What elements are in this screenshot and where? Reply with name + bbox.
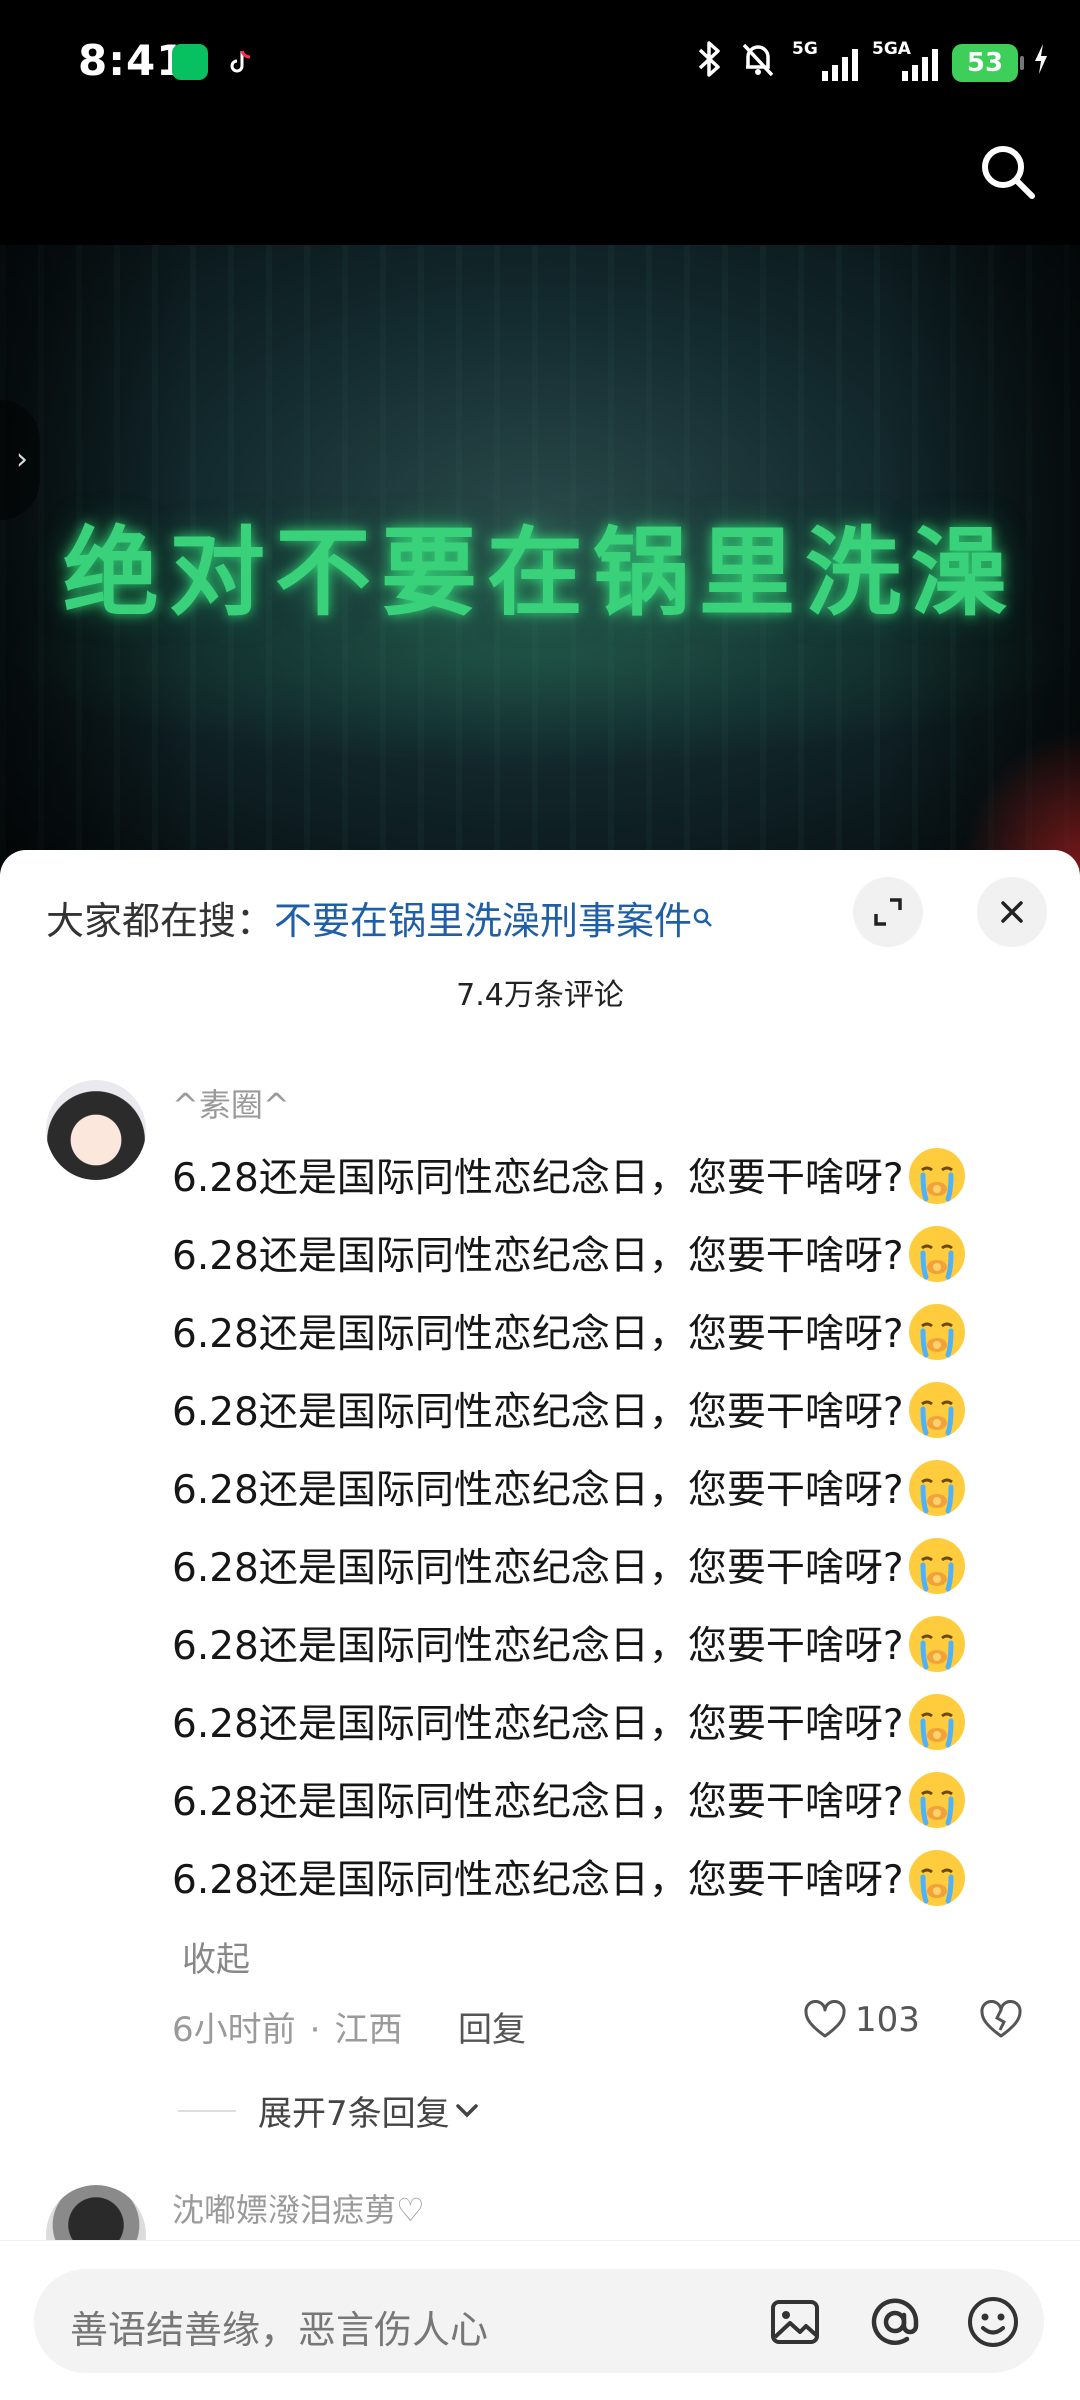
comment-meta: 6小时前 · 江西 (172, 2002, 402, 2051)
reply-button[interactable]: 回复 (458, 2002, 526, 2051)
crying-emoji-icon (906, 1847, 968, 1909)
emoji-icon[interactable] (964, 2293, 1022, 2351)
comment-text: 6.28还是国际同性恋纪念日，您要干啥呀? 6.28还是国际同性恋纪念日，您要干啥… (172, 1140, 1002, 1999)
heart-icon (804, 2000, 846, 2038)
like-button[interactable]: 103 (803, 2000, 920, 2040)
comment-text-segment: 6.28还是国际同性恋纪念日，您要干啥呀? (172, 1546, 904, 1591)
signal-5ga: 5GA (872, 39, 938, 85)
crying-emoji-icon (906, 1145, 968, 1207)
chevron-down-icon (455, 2103, 478, 2117)
charging-icon (1032, 42, 1050, 85)
tiktok-icon (222, 44, 258, 80)
avatar[interactable] (46, 1080, 146, 1180)
expand-replies-label: 展开7条回复 (258, 2094, 450, 2134)
image-icon[interactable] (766, 2293, 824, 2351)
dislike-button[interactable] (978, 2000, 1024, 2044)
comment-count: 7.4万条评论 (456, 978, 624, 1013)
video-player[interactable]: 绝对不要在锅里洗澡 › (0, 245, 1080, 870)
crying-emoji-icon (906, 1301, 968, 1363)
comment-input-bar: 善语结善缘，恶言伤人心 (0, 2240, 1080, 2400)
comment-username[interactable]: ^素圈^ (172, 1080, 290, 1126)
crying-emoji-icon (906, 1691, 968, 1753)
search-icon[interactable] (976, 140, 1040, 204)
comment-text-segment: 6.28还是国际同性恋纪念日，您要干啥呀? (172, 1390, 904, 1435)
input-placeholder: 善语结善缘，恶言伤人心 (70, 2308, 489, 2352)
broken-heart-icon (980, 2000, 1022, 2038)
meta-separator: · (309, 2010, 321, 2050)
comment-text-segment: 6.28还是国际同性恋纪念日，您要干啥呀? (172, 1234, 904, 1279)
video-red-glow (960, 730, 1080, 870)
battery-level: 53 (966, 48, 1004, 78)
trending-query[interactable]: 不要在锅里洗澡刑事案件 (274, 899, 692, 943)
status-time: 8:41 (78, 36, 187, 85)
crying-emoji-icon (906, 1613, 968, 1675)
comment-text-segment: 6.28还是国际同性恋纪念日，您要干啥呀? (172, 1858, 904, 1903)
signal-5g: 5G (792, 39, 858, 85)
close-button[interactable] (977, 877, 1047, 947)
like-count: 103 (855, 2000, 920, 2040)
search-small-icon (692, 894, 714, 927)
bluetooth-icon (694, 39, 724, 88)
close-icon (1001, 901, 1023, 923)
expand-icon (874, 898, 902, 926)
crying-emoji-icon (906, 1457, 968, 1519)
status-bar: 8:41 5G 5GA 53 (0, 0, 1080, 125)
comment-username[interactable]: 沈嘟嫖潑泪痣莮♡ (172, 2185, 425, 2231)
divider-line (178, 2109, 236, 2112)
video-header (0, 125, 1080, 245)
comment-text-segment: 6.28还是国际同性恋纪念日，您要干啥呀? (172, 1624, 904, 1669)
collapse-button[interactable]: 收起 (182, 1940, 250, 1980)
trending-prefix: 大家都在搜： (46, 899, 275, 943)
fullscreen-button[interactable] (853, 877, 923, 947)
comment-location: 江西 (334, 2010, 403, 2050)
mention-icon[interactable] (866, 2293, 924, 2351)
wechat-icon (172, 44, 208, 80)
comment-text-segment: 6.28还是国际同性恋纪念日，您要干啥呀? (172, 1780, 904, 1825)
trending-search[interactable]: 大家都在搜：不要在锅里洗澡刑事案件 (46, 890, 714, 945)
comment-time: 6小时前 (172, 2010, 296, 2050)
comment-sheet: 大家都在搜：不要在锅里洗澡刑事案件 7.4万条评论 ^素圈^ 6.28还是国际同… (0, 850, 1080, 2400)
video-overlay-title: 绝对不要在锅里洗澡 (63, 517, 1017, 629)
mute-icon (738, 39, 778, 88)
crying-emoji-icon (906, 1535, 968, 1597)
comment-text-segment: 6.28还是国际同性恋纪念日，您要干啥呀? (172, 1702, 904, 1747)
crying-emoji-icon (906, 1223, 968, 1285)
comment-text-segment: 6.28还是国际同性恋纪念日，您要干啥呀? (172, 1156, 904, 1201)
comment-input[interactable]: 善语结善缘，恶言伤人心 (34, 2269, 1044, 2373)
comment-text-segment: 6.28还是国际同性恋纪念日，您要干啥呀? (172, 1468, 904, 1513)
chevron-right-icon: › (16, 442, 28, 477)
comment-text-segment: 6.28还是国际同性恋纪念日，您要干啥呀? (172, 1312, 904, 1357)
crying-emoji-icon (906, 1769, 968, 1831)
battery-indicator: 53 (952, 44, 1024, 82)
crying-emoji-icon (906, 1379, 968, 1441)
expand-replies-button[interactable]: 展开7条回复 (178, 2086, 484, 2135)
